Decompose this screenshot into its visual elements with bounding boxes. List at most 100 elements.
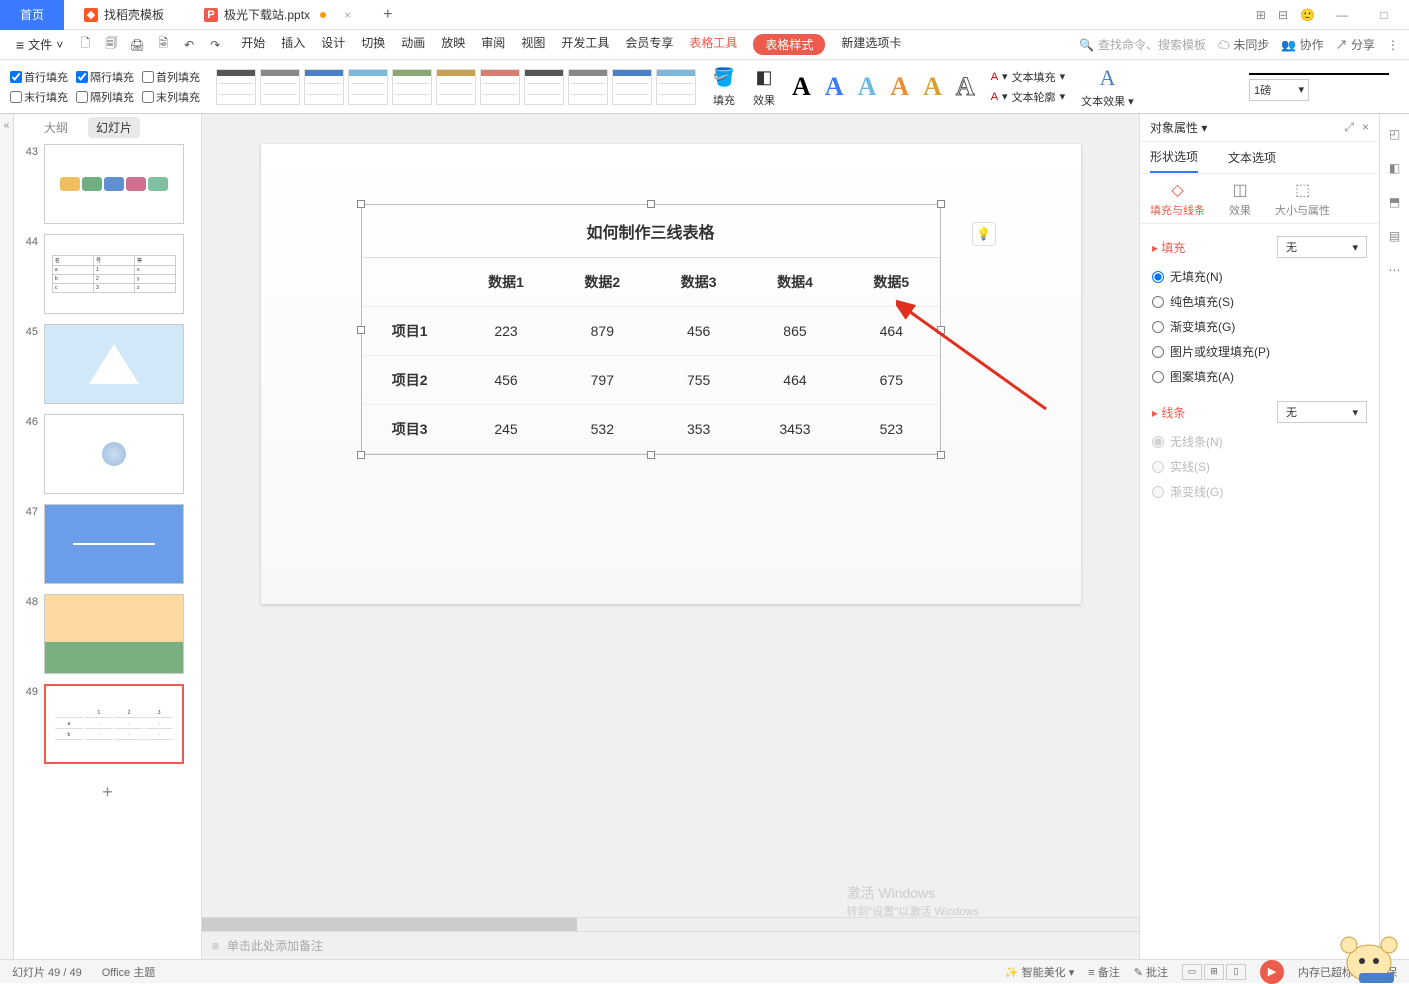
resize-handle[interactable] bbox=[357, 200, 365, 208]
slide-thumb[interactable] bbox=[44, 324, 184, 404]
check-last-row[interactable]: 末行填充 bbox=[10, 89, 68, 105]
check-last-col[interactable]: 末列填充 bbox=[142, 89, 200, 105]
notes-bar[interactable]: ≡ 单击此处添加备注 bbox=[202, 931, 1139, 959]
slide-list[interactable]: 43 44名号等a1xb2yc3z 45 46 47 48 49123a···b… bbox=[14, 140, 201, 959]
tool-select[interactable]: ◰ bbox=[1385, 124, 1405, 144]
table-style[interactable] bbox=[436, 69, 476, 105]
share-button[interactable]: ↗ 分享 bbox=[1336, 36, 1375, 53]
line-preset-select[interactable]: 无▾ bbox=[1277, 401, 1367, 423]
resize-handle[interactable] bbox=[937, 200, 945, 208]
wordart-style[interactable]: A bbox=[956, 72, 975, 102]
table-style[interactable] bbox=[480, 69, 520, 105]
table-header[interactable]: 数据4 bbox=[747, 258, 843, 307]
radio-no-line[interactable]: 无线条(N) bbox=[1152, 433, 1367, 450]
table-style[interactable] bbox=[392, 69, 432, 105]
section-line-title[interactable]: ▸ 线条 bbox=[1152, 404, 1185, 421]
radio-gradient-fill[interactable]: 渐变填充(G) bbox=[1152, 318, 1367, 335]
resize-handle[interactable] bbox=[647, 200, 655, 208]
sync-status[interactable]: ☁ 未同步 bbox=[1218, 36, 1269, 53]
table-cell[interactable]: 456 bbox=[650, 307, 746, 356]
slide-canvas[interactable]: 如何制作三线表格 数据1数据2数据3数据4数据5 项目1223879456865… bbox=[261, 144, 1081, 604]
tool-style[interactable]: ◧ bbox=[1385, 158, 1405, 178]
smart-suggest-icon[interactable]: 💡 bbox=[972, 222, 996, 246]
check-banded-col[interactable]: 隔列填充 bbox=[76, 89, 134, 105]
resize-handle[interactable] bbox=[357, 326, 365, 334]
menu-transition[interactable]: 切换 bbox=[361, 34, 385, 55]
wordart-style[interactable]: A bbox=[923, 72, 942, 102]
table-cell[interactable]: 755 bbox=[650, 356, 746, 405]
table-cell[interactable]: 项目2 bbox=[362, 356, 458, 405]
table-cell[interactable]: 532 bbox=[554, 405, 650, 454]
resize-handle[interactable] bbox=[937, 451, 945, 459]
check-first-col[interactable]: 首列填充 bbox=[142, 69, 200, 85]
slide-thumb[interactable] bbox=[44, 144, 184, 224]
view-reading[interactable]: ▯ bbox=[1226, 964, 1246, 980]
menu-table-tools[interactable]: 表格工具 bbox=[689, 34, 737, 55]
table-selection[interactable]: 如何制作三线表格 数据1数据2数据3数据4数据5 项目1223879456865… bbox=[361, 204, 941, 455]
table-cell[interactable]: 464 bbox=[843, 307, 939, 356]
table-cell[interactable]: 456 bbox=[458, 356, 554, 405]
comments-toggle[interactable]: ✎ 批注 bbox=[1134, 964, 1168, 980]
close-panel-icon[interactable]: × bbox=[1362, 120, 1369, 135]
wordart-style[interactable]: A bbox=[825, 72, 844, 102]
text-outline-button[interactable]: A▾ 文本轮廓 ▾ bbox=[991, 89, 1065, 105]
menu-devtools[interactable]: 开发工具 bbox=[561, 34, 609, 55]
resize-handle[interactable] bbox=[647, 451, 655, 459]
section-fill-title[interactable]: ▸ 填充 bbox=[1152, 239, 1185, 256]
slides-tab[interactable]: 幻灯片 bbox=[88, 117, 140, 138]
check-first-row[interactable]: 首行填充 bbox=[10, 69, 68, 85]
table-style[interactable] bbox=[524, 69, 564, 105]
table-style[interactable] bbox=[612, 69, 652, 105]
tool-align[interactable]: ▤ bbox=[1385, 226, 1405, 246]
print-icon[interactable]: 🖨 bbox=[127, 35, 147, 55]
add-slide-button[interactable]: + bbox=[22, 774, 193, 811]
wordart-style[interactable]: A bbox=[792, 72, 811, 102]
file-menu[interactable]: ≡ 文件 ˅ bbox=[10, 34, 69, 55]
tab-home[interactable]: 首页 bbox=[0, 0, 64, 30]
wordart-style[interactable]: A bbox=[890, 72, 909, 102]
tool-layer[interactable]: ⬒ bbox=[1385, 192, 1405, 212]
subtab-size[interactable]: ⬚大小与属性 bbox=[1275, 180, 1330, 218]
save-icon[interactable]: 🗋 bbox=[75, 35, 95, 55]
canvas-viewport[interactable]: 如何制作三线表格 数据1数据2数据3数据4数据5 项目1223879456865… bbox=[202, 114, 1139, 917]
table-header[interactable]: 数据5 bbox=[843, 258, 939, 307]
table-style[interactable] bbox=[260, 69, 300, 105]
fill-preset-select[interactable]: 无▾ bbox=[1277, 236, 1367, 258]
table-row[interactable]: 项目2456797755464675 bbox=[362, 356, 940, 405]
view-sorter[interactable]: ⊞ bbox=[1204, 964, 1224, 980]
table-cell[interactable]: 797 bbox=[554, 356, 650, 405]
table-style[interactable] bbox=[304, 69, 344, 105]
menu-insert[interactable]: 插入 bbox=[281, 34, 305, 55]
saveas-icon[interactable]: 🗐 bbox=[101, 35, 121, 55]
radio-solid-line[interactable]: 实线(S) bbox=[1152, 458, 1367, 475]
tab-templates[interactable]: ◆ 找稻壳模板 bbox=[64, 0, 184, 30]
tool-more[interactable]: ⋯ bbox=[1385, 260, 1405, 280]
outline-tab[interactable]: 大纲 bbox=[44, 119, 68, 136]
preview-icon[interactable]: 🗟 bbox=[153, 35, 173, 55]
menu-view[interactable]: 视图 bbox=[521, 34, 545, 55]
table-cell[interactable]: 464 bbox=[747, 356, 843, 405]
resize-handle[interactable] bbox=[357, 451, 365, 459]
menu-table-style[interactable]: 表格样式 bbox=[753, 34, 825, 55]
undo-icon[interactable]: ↶ bbox=[179, 35, 199, 55]
nav-collapse[interactable]: « bbox=[0, 114, 14, 959]
menu-design[interactable]: 设计 bbox=[321, 34, 345, 55]
table-row[interactable]: 项目32455323533453523 bbox=[362, 405, 940, 454]
menu-member[interactable]: 会员专享 bbox=[625, 34, 673, 55]
table-cell[interactable]: 865 bbox=[747, 307, 843, 356]
subtab-effects[interactable]: ◫效果 bbox=[1229, 180, 1251, 218]
radio-picture-fill[interactable]: 图片或纹理填充(P) bbox=[1152, 343, 1367, 360]
notes-toggle[interactable]: ≡ 备注 bbox=[1088, 964, 1119, 980]
table-cell[interactable]: 项目1 bbox=[362, 307, 458, 356]
slide-thumb[interactable]: 名号等a1xb2yc3z bbox=[44, 234, 184, 314]
fill-button[interactable]: 🪣 填充 bbox=[712, 66, 736, 108]
menu-new-tab[interactable]: 新建选项卡 bbox=[841, 34, 901, 55]
tab-document[interactable]: P 极光下载站.pptx × bbox=[184, 0, 371, 30]
radio-pattern-fill[interactable]: 图案填充(A) bbox=[1152, 368, 1367, 385]
play-button[interactable]: ▶ bbox=[1260, 960, 1284, 984]
slide-thumb[interactable] bbox=[44, 414, 184, 494]
text-effect-button[interactable]: A 文本效果 ▾ bbox=[1081, 65, 1134, 109]
menu-animation[interactable]: 动画 bbox=[401, 34, 425, 55]
redo-icon[interactable]: ↷ bbox=[205, 35, 225, 55]
radio-gradient-line[interactable]: 渐变线(G) bbox=[1152, 483, 1367, 500]
